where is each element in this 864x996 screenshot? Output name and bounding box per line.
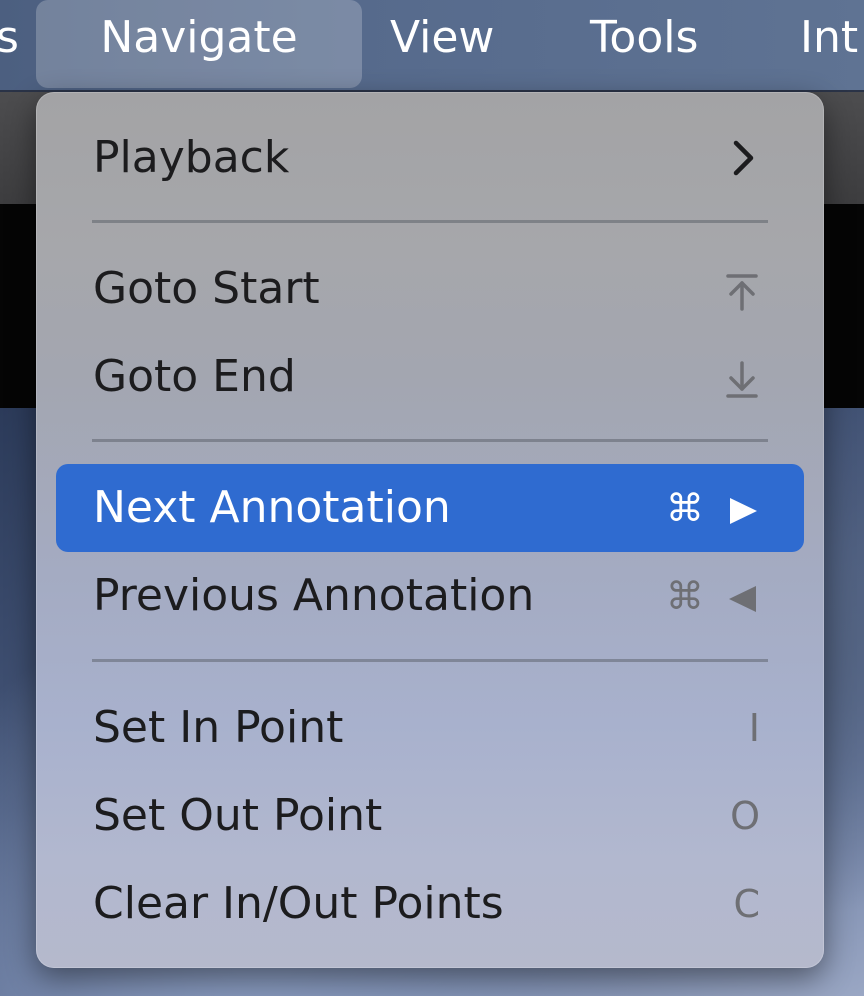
menu-item-set-out-point[interactable]: Set Out Point O	[56, 772, 804, 860]
menu-item-goto-end[interactable]: Goto End	[56, 333, 804, 421]
menu-separator	[92, 220, 768, 223]
menu-item-shortcut: ⌘	[666, 552, 760, 640]
menu-item-shortcut: C	[733, 882, 760, 926]
menu-item-shortcut: I	[748, 706, 760, 750]
menu-item-goto-start[interactable]: Goto Start	[56, 245, 804, 333]
play-left-icon	[729, 585, 756, 612]
menubar-item-navigate[interactable]: Navigate	[36, 0, 362, 88]
menu-separator	[92, 439, 768, 442]
menu-item-set-in-point[interactable]: Set In Point I	[56, 684, 804, 772]
menu-item-label: Next Annotation	[93, 482, 451, 533]
menu-separator	[92, 659, 768, 662]
menu-item-previous-annotation[interactable]: Previous Annotation ⌘	[56, 552, 804, 640]
menu-item-clear-in-out-points[interactable]: Clear In/Out Points C	[56, 860, 804, 948]
menu-item-label: Set Out Point	[93, 790, 383, 841]
command-key-icon: ⌘	[665, 574, 704, 618]
menu-item-label: Goto Start	[93, 263, 320, 314]
arrow-to-top-icon	[724, 245, 760, 333]
menu-item-shortcut: O	[730, 794, 760, 838]
menu-item-next-annotation[interactable]: Next Annotation ⌘	[56, 464, 804, 552]
command-key-icon: ⌘	[665, 486, 704, 530]
navigate-menu: Playback Goto Start Goto End Next Annota…	[36, 92, 824, 968]
menu-item-playback[interactable]: Playback	[56, 114, 804, 202]
menubar-item-partial-right[interactable]: Int	[800, 0, 858, 88]
menubar-item-partial-left[interactable]: s	[0, 0, 19, 88]
menu-item-label: Playback	[93, 132, 290, 183]
arrow-to-bottom-icon	[724, 333, 760, 421]
menu-item-shortcut: ⌘	[666, 464, 760, 552]
play-right-icon	[730, 497, 757, 524]
menubar-item-tools[interactable]: Tools	[590, 0, 698, 88]
menu-item-label: Clear In/Out Points	[93, 878, 504, 929]
menu-item-label: Goto End	[93, 351, 296, 402]
menubar-item-view[interactable]: View	[390, 0, 494, 88]
menu-item-label: Previous Annotation	[93, 570, 535, 621]
menu-item-label: Set In Point	[93, 702, 344, 753]
chevron-right-icon	[730, 114, 760, 202]
menu-bar: s Navigate View Tools Int	[0, 0, 864, 92]
